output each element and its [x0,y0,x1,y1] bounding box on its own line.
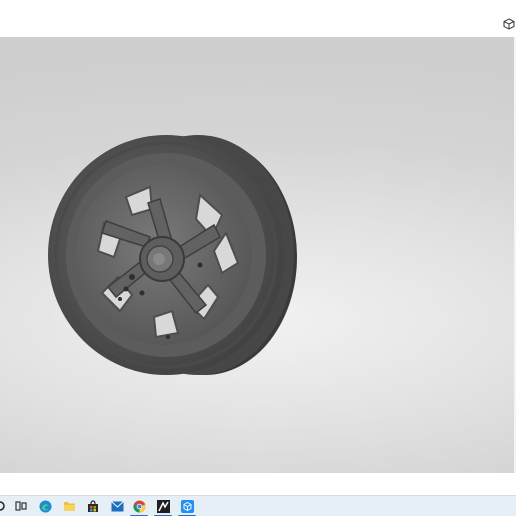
top-toolbar [0,0,516,36]
taskbar-3d-viewer-button[interactable] [178,499,196,516]
3d-viewer-icon [180,499,194,513]
taskbar-mail-button[interactable] [110,499,124,513]
3d-viewport[interactable] [0,37,514,473]
taskbar-drawing-app-button[interactable] [154,499,172,516]
wheel-rim-3d-model[interactable] [0,37,514,473]
edge-browser-icon [39,500,51,512]
windows-taskbar [0,495,516,516]
taskbar-file-explorer-button[interactable] [62,499,76,513]
taskbar-store-button[interactable] [86,499,100,513]
hub-center [153,253,165,265]
chrome-icon [132,500,146,513]
mail-icon [110,500,124,511]
cube-icon [503,18,515,30]
taskbar-search-button[interactable] [0,499,8,513]
drawing-app-icon [156,499,170,513]
taskbar-chrome-button[interactable] [130,499,148,516]
status-area [0,473,516,495]
taskbar-task-view-button[interactable] [14,499,28,513]
microsoft-store-icon [88,499,98,512]
file-explorer-icon [63,502,75,511]
search-icon [0,501,5,511]
taskbar-edge-button[interactable] [38,499,52,513]
app-window [0,0,516,516]
view-cube-button[interactable] [502,16,516,32]
task-view-icon [15,501,27,511]
